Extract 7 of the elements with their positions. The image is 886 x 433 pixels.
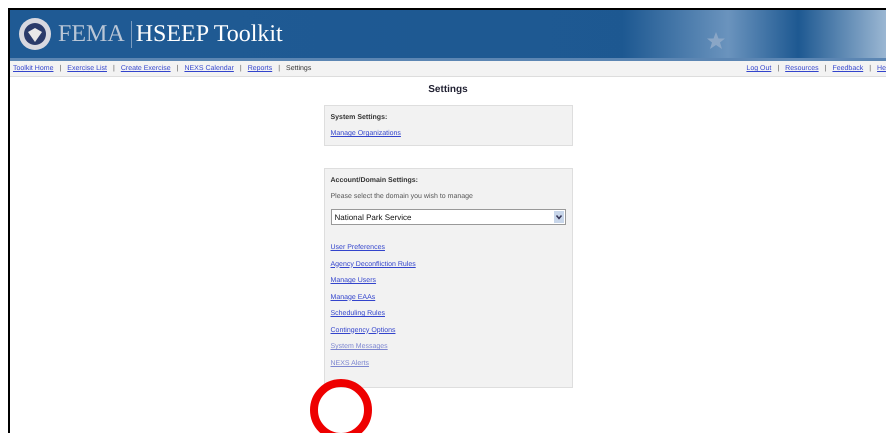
caret-icon: [554, 211, 564, 223]
page-title: Settings: [428, 84, 468, 95]
app-title: HSEEP Toolkit: [130, 20, 283, 48]
seal-icon: [18, 17, 52, 51]
star-icon: [706, 31, 726, 51]
agency-name: FEMA: [58, 20, 125, 48]
domain-select[interactable]: National Park Service: [330, 209, 566, 225]
